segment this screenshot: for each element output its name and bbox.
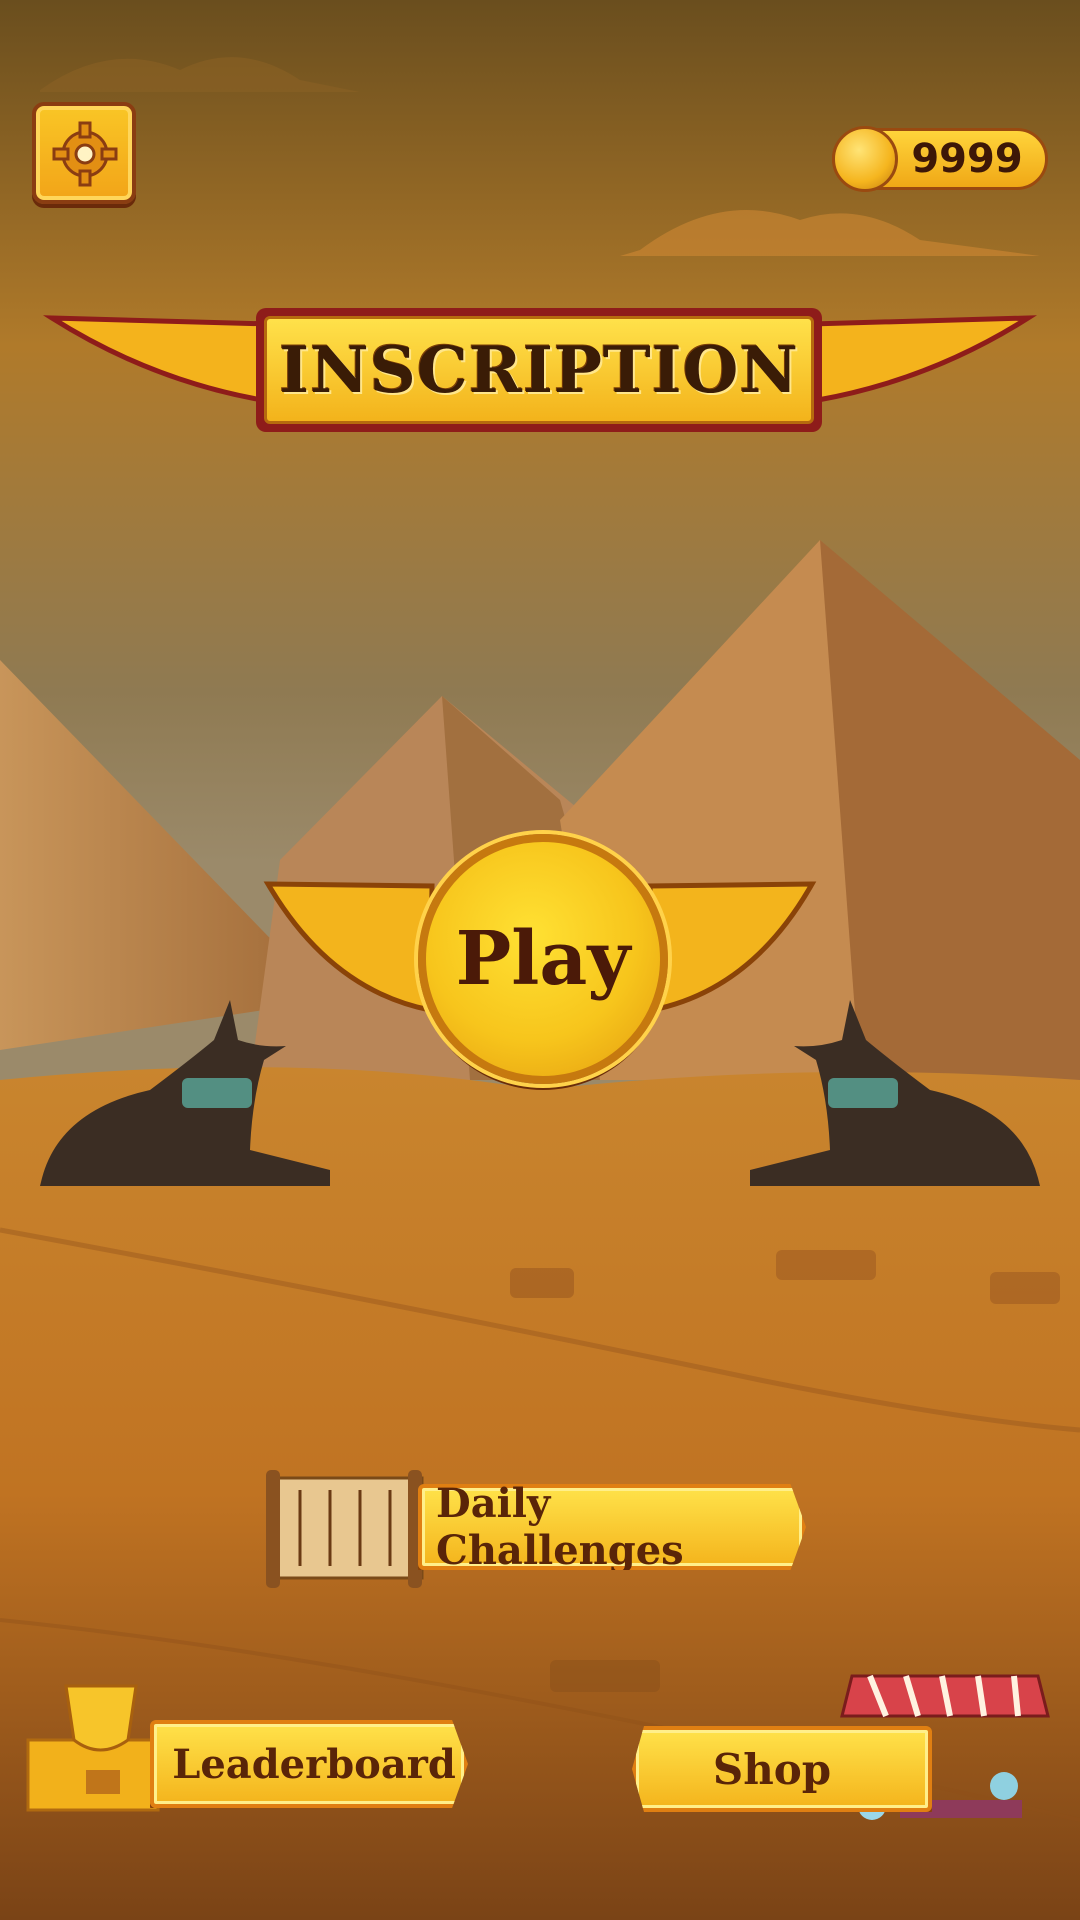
gear-icon — [52, 121, 118, 187]
leaderboard-label: Leaderboard — [172, 1740, 456, 1788]
shop-button[interactable]: Shop — [632, 1726, 932, 1812]
shop-label: Shop — [712, 1744, 832, 1794]
daily-challenges-button[interactable]: Daily Challenges — [418, 1484, 806, 1570]
leaderboard-button[interactable]: Leaderboard — [150, 1720, 468, 1808]
ankh-coin-icon — [832, 126, 898, 192]
coin-count: 9999 — [911, 136, 1023, 182]
play-label: Play — [455, 916, 631, 1002]
game-title: INSCRIPTION — [279, 332, 799, 408]
title-plaque: INSCRIPTION — [256, 308, 822, 432]
title-plaque-inner: INSCRIPTION — [264, 316, 814, 424]
play-button[interactable]: Play — [418, 834, 668, 1084]
daily-challenges-label: Daily Challenges — [436, 1480, 684, 1574]
main-menu-screen: 9999 INSCRIPTION Play Daily Challenges L… — [0, 0, 1080, 1920]
settings-button[interactable] — [32, 102, 136, 204]
papyrus-scroll-decoration — [266, 1470, 424, 1588]
